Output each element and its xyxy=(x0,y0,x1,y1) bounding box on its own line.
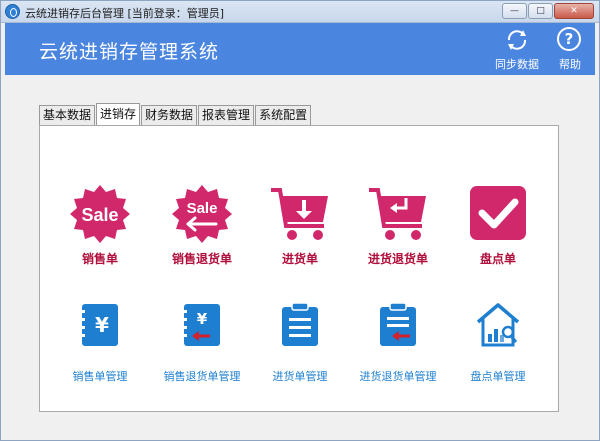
sales-return-management-label: 销售退货单管理 xyxy=(163,370,241,383)
window-controls: — □ ✕ xyxy=(502,3,594,19)
sync-data-label: 同步数据 xyxy=(495,58,539,71)
tab-system-config[interactable]: 系统配置 xyxy=(255,105,312,125)
app-logo-icon xyxy=(5,4,20,19)
sales-order-management-button[interactable]: ¥ 销售单管理 xyxy=(52,302,148,384)
purchase-order-management-label: 进货单管理 xyxy=(272,370,328,383)
clipboard-return-icon xyxy=(366,302,430,362)
cart-return-icon xyxy=(366,184,430,244)
close-button[interactable]: ✕ xyxy=(554,3,594,19)
maximize-button[interactable]: □ xyxy=(528,3,553,19)
yen-notebook-return-icon: ¥ xyxy=(170,302,234,362)
help-label: 帮助 xyxy=(559,58,581,71)
sales-return-order-button[interactable]: Sale 销售退货单 xyxy=(154,184,250,267)
sales-return-order-label: 销售退货单 xyxy=(171,252,232,266)
title-bar: 云统进销存后台管理 [当前登录：管理员] — □ ✕ xyxy=(1,1,599,23)
stock-count-management-button[interactable]: 盘点单管理 xyxy=(450,302,546,384)
help-icon: ? xyxy=(557,27,583,53)
stock-count-management-label: 盘点单管理 xyxy=(470,370,526,383)
sales-order-management-label: 销售单管理 xyxy=(72,370,128,383)
purchase-return-order-label: 进货退货单 xyxy=(367,252,428,266)
window-title: 云统进销存后台管理 [当前登录：管理员] xyxy=(25,7,225,20)
clipboard-list-icon xyxy=(268,302,332,362)
module-tabs: 基本数据 进销存 财务数据 报表管理 系统配置 xyxy=(39,103,312,126)
app-window: 云统进销存后台管理 [当前登录：管理员] — □ ✕ 云统进销存管理系统 同步数… xyxy=(0,0,600,441)
tab-inventory[interactable]: 进销存 xyxy=(96,103,141,125)
svg-text:Sale: Sale xyxy=(81,205,118,225)
minimize-button[interactable]: — xyxy=(502,3,527,19)
cart-down-arrow-icon xyxy=(268,184,332,244)
help-button[interactable]: ? 帮助 xyxy=(545,27,595,73)
svg-text:¥: ¥ xyxy=(95,313,109,337)
tab-finance-data[interactable]: 财务数据 xyxy=(141,105,198,125)
sync-data-button[interactable]: 同步数据 xyxy=(492,27,542,73)
sale-return-badge-icon: Sale xyxy=(170,184,234,244)
app-header: 云统进销存管理系统 同步数据 ? 帮助 xyxy=(5,23,595,75)
purchase-return-management-label: 进货退货单管理 xyxy=(359,370,437,383)
purchase-order-management-button[interactable]: 进货单管理 xyxy=(252,302,348,384)
checkmark-box-icon xyxy=(466,184,530,244)
stock-count-order-button[interactable]: 盘点单 xyxy=(450,184,546,267)
sales-order-button[interactable]: Sale 销售单 xyxy=(52,184,148,267)
purchase-order-label: 进货单 xyxy=(281,252,318,266)
purchase-return-management-button[interactable]: 进货退货单管理 xyxy=(350,302,446,384)
house-chart-icon xyxy=(466,302,530,362)
svg-text:¥: ¥ xyxy=(197,310,208,328)
app-title: 云统进销存管理系统 xyxy=(39,41,220,63)
sales-order-label: 销售单 xyxy=(81,252,118,266)
stock-count-order-label: 盘点单 xyxy=(479,252,516,266)
sync-icon xyxy=(504,27,530,53)
purchase-return-order-button[interactable]: 进货退货单 xyxy=(350,184,446,267)
purchase-order-button[interactable]: 进货单 xyxy=(252,184,348,267)
tab-basic-data[interactable]: 基本数据 xyxy=(39,105,96,125)
svg-text:Sale: Sale xyxy=(187,200,218,217)
sales-return-management-button[interactable]: ¥ 销售退货单管理 xyxy=(154,302,250,384)
sale-badge-icon: Sale xyxy=(68,184,132,244)
inventory-panel: Sale 销售单 Sale 销售退货单 进货单 进货退货单 盘点单 ¥ 销售单管… xyxy=(39,125,559,412)
tab-report-management[interactable]: 报表管理 xyxy=(198,105,255,125)
yen-notebook-icon: ¥ xyxy=(68,302,132,362)
